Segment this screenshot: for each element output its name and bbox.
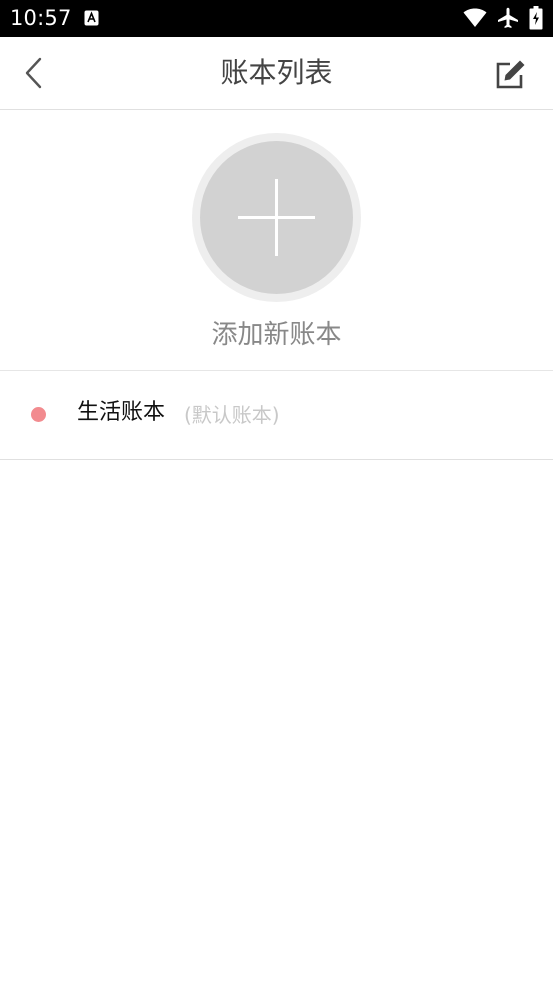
- edit-icon: [496, 60, 525, 89]
- book-color-dot: [31, 407, 46, 422]
- status-time: 10:57: [10, 6, 72, 30]
- battery-icon: [529, 6, 543, 30]
- add-circle: [200, 141, 353, 294]
- add-book-button[interactable]: [192, 133, 361, 302]
- status-bar: 10:57: [0, 0, 553, 37]
- book-name: 生活账本: [77, 400, 166, 425]
- page-title: 账本列表: [220, 56, 333, 89]
- airplane-icon: [498, 7, 518, 29]
- default-book-tag: (默认账本): [184, 403, 280, 427]
- screen: 10:57 账本列表 添加新账本 生活账本 (默认账本): [0, 0, 553, 983]
- a-icon: [84, 10, 99, 26]
- add-section: 添加新账本: [0, 110, 553, 371]
- header: 账本列表: [0, 37, 553, 110]
- edit-button[interactable]: [490, 55, 530, 95]
- book-list: 生活账本 (默认账本): [0, 371, 553, 460]
- list-item[interactable]: 生活账本 (默认账本): [0, 371, 553, 460]
- add-book-label[interactable]: 添加新账本: [0, 318, 553, 352]
- wifi-icon: [463, 8, 487, 27]
- plus-icon: [238, 179, 315, 256]
